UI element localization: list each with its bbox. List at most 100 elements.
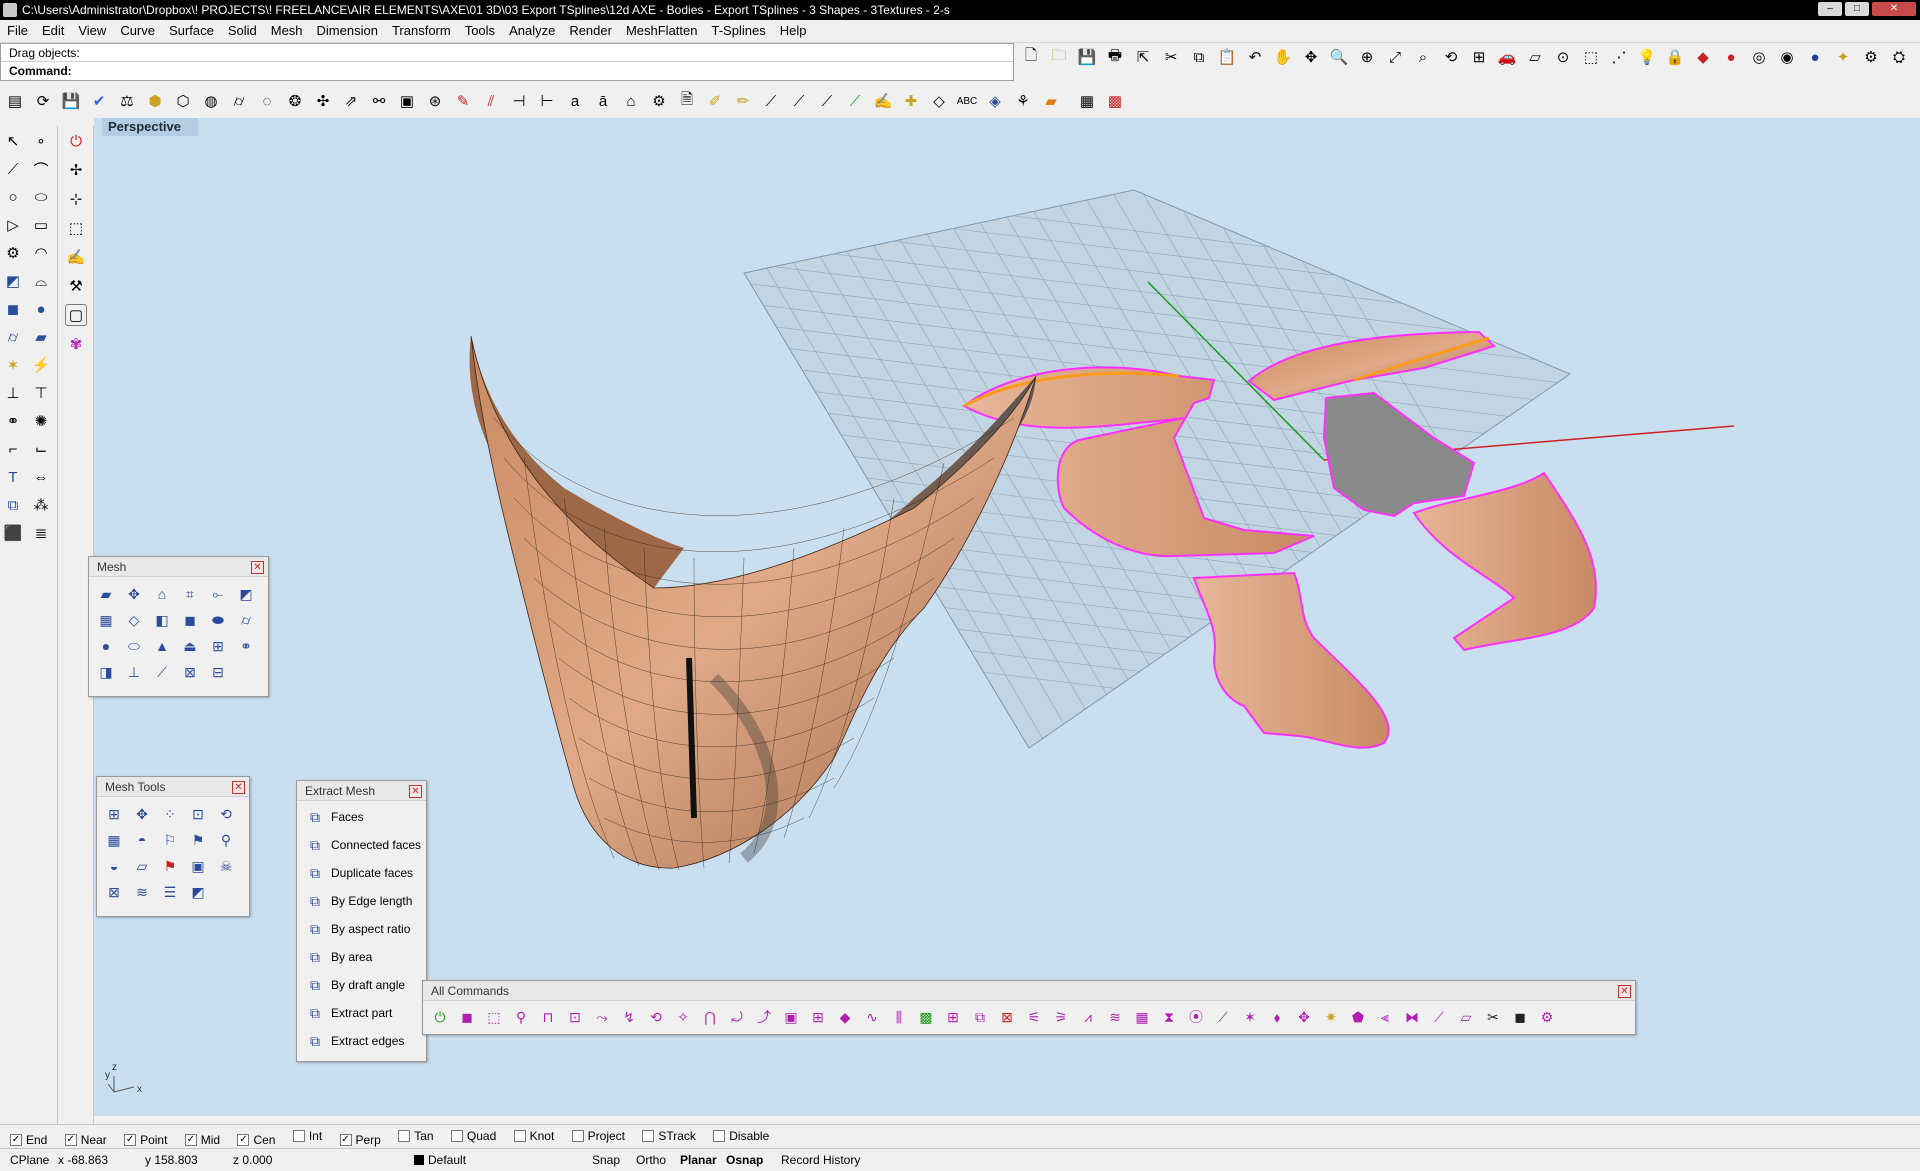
tspline-manip-icon[interactable]: ✥	[1293, 1006, 1315, 1028]
menu-view[interactable]: View	[71, 20, 113, 42]
rendered-sphere-icon[interactable]: ●	[1804, 46, 1826, 68]
layer-icon[interactable]: ◆	[1692, 46, 1714, 68]
select-filter-icon[interactable]: ⬚	[1580, 46, 1602, 68]
osnap-tan-checkbox[interactable]	[398, 1130, 411, 1142]
settings-icon[interactable]: ⛭	[1888, 46, 1910, 68]
arc-icon[interactable]: ◠	[30, 242, 52, 264]
diamond-icon[interactable]: ◇	[928, 90, 950, 112]
tspline-box-cmd-icon[interactable]: ◼	[456, 1006, 478, 1028]
osnap-int[interactable]: Int	[292, 1125, 322, 1147]
fillet-icon[interactable]: ⌐	[2, 438, 24, 460]
current-layer[interactable]: Default	[428, 1149, 466, 1171]
tspline-wave-icon[interactable]: ∿	[861, 1006, 883, 1028]
mesh-face-icon[interactable]: ◧	[151, 609, 173, 631]
osnap-knot[interactable]: Knot	[513, 1125, 554, 1147]
curve-icon[interactable]: ⌒	[30, 158, 52, 180]
insert-edge-icon[interactable]: ⊣	[508, 90, 530, 112]
menu-solid[interactable]: Solid	[221, 20, 264, 42]
minimize-button[interactable]: –	[1818, 2, 1842, 16]
mesh-tool-figure1-icon[interactable]: ⚐	[159, 829, 181, 851]
mesh-tool-reduce-icon[interactable]: ⊞	[103, 803, 125, 825]
mesh-boolean-icon[interactable]: ⚭	[235, 635, 257, 657]
edge-icon-2[interactable]: ⟋	[788, 90, 810, 112]
array-icon[interactable]: ⁂	[30, 494, 52, 516]
tspline-toggle-icon[interactable]: ⏻	[65, 130, 87, 152]
osnap-perp-checkbox[interactable]: ✓	[339, 1134, 352, 1146]
print-icon[interactable]: 🖶	[1104, 46, 1126, 68]
analyze-icon[interactable]: ⚖	[116, 90, 138, 112]
mesh-split-icon[interactable]: ⟋	[151, 661, 173, 683]
mesh-tool-surface-icon[interactable]: ◩	[187, 881, 209, 903]
mesh-offset-icon[interactable]: ⊥	[123, 661, 145, 683]
mesh-tool-figure3-icon[interactable]: ⚲	[215, 829, 237, 851]
command-prompt[interactable]: Command:	[9, 64, 72, 78]
mesh-cone-icon[interactable]: ▲	[151, 635, 173, 657]
osnap-knot-checkbox[interactable]	[513, 1130, 526, 1142]
tspline-diamond-icon[interactable]: ◆	[834, 1006, 856, 1028]
tspline-brush-icon[interactable]: ✍	[65, 246, 87, 268]
rainbow-icon[interactable]: ▰	[1040, 90, 1062, 112]
osnap-project[interactable]: Project	[571, 1125, 625, 1147]
pan-hand-icon[interactable]: ✋	[1272, 46, 1294, 68]
paste-icon[interactable]: 📋	[1216, 46, 1238, 68]
tspline-ribbon-icon[interactable]: ≋	[1104, 1006, 1126, 1028]
menu-tools[interactable]: Tools	[458, 20, 502, 42]
tspline-delete-icon[interactable]: ⊠	[996, 1006, 1018, 1028]
mesh-extrude-icon[interactable]: ◨	[95, 661, 117, 683]
smooth-toggle-icon[interactable]: ⊛	[424, 90, 446, 112]
mesh-tool-flag-icon[interactable]: ⚑	[159, 855, 181, 877]
text-a-icon[interactable]: a	[564, 90, 586, 112]
split-icon[interactable]: ⊥	[2, 382, 24, 404]
help-icon[interactable]: ?	[1916, 46, 1920, 68]
export-icon[interactable]: ⇱	[1132, 46, 1154, 68]
tspline-arch-icon[interactable]: ⋂	[699, 1006, 721, 1028]
edge-icon-1[interactable]: ⟋	[760, 90, 782, 112]
rotate-view-icon[interactable]: ⟲	[1440, 46, 1462, 68]
new-file-icon[interactable]: 🗋	[1020, 46, 1042, 68]
tspline-pipe-icon[interactable]: ⫼	[888, 1006, 910, 1028]
tspline-rebuild-icon[interactable]: ✷	[1320, 1006, 1342, 1028]
mesh-plane-tool-icon[interactable]: ▰	[95, 583, 117, 605]
menu-edit[interactable]: Edit	[35, 20, 71, 42]
tspline-extrude-icon[interactable]: ⤴	[753, 1006, 775, 1028]
surface-icon[interactable]: ◩	[2, 270, 24, 292]
mesh-tool-wave-icon[interactable]: ≋	[131, 881, 153, 903]
mesh-tool-unify-icon[interactable]: ⟲	[215, 803, 237, 825]
ellipse-icon[interactable]: ⬭	[30, 186, 52, 208]
tspline-weld-icon[interactable]: ⚟	[1023, 1006, 1045, 1028]
lock-icon[interactable]: 🔒	[1664, 46, 1686, 68]
tspline-grow-icon[interactable]: ✧	[672, 1006, 694, 1028]
menu-mesh[interactable]: Mesh	[264, 20, 310, 42]
osnap-tan[interactable]: Tan	[398, 1125, 434, 1147]
tspline-quadball-icon[interactable]: ❂	[284, 90, 306, 112]
mesh-outline-icon[interactable]: ⌂	[151, 583, 173, 605]
mesh-tool-flatten-icon[interactable]: ▱	[131, 855, 153, 877]
wireframe-sphere-icon[interactable]: ◎	[1748, 46, 1770, 68]
insert-point-icon[interactable]: ⊢	[536, 90, 558, 112]
mesh-torus-icon[interactable]: ⬭	[123, 635, 145, 657]
undo-icon[interactable]: ↶	[1244, 46, 1266, 68]
extract-faces-item[interactable]: ⧉ Faces	[297, 803, 426, 831]
osnap-near-checkbox[interactable]: ✓	[64, 1134, 77, 1146]
mesh-tool-frame-icon[interactable]: ▣	[187, 855, 209, 877]
tspline-select-icon[interactable]: ▩	[915, 1006, 937, 1028]
extract-by-aspect-ratio-item[interactable]: ⧉ By aspect ratio	[297, 915, 426, 943]
mesh-vertex-icon[interactable]: ⟜	[207, 583, 229, 605]
chamfer-icon[interactable]: ⌙	[30, 438, 52, 460]
tspline-display-icon[interactable]: ▢	[65, 304, 87, 326]
mesh-tool-skull-icon[interactable]: ☠	[215, 855, 237, 877]
save-icon[interactable]: 💾	[1076, 46, 1098, 68]
tspline-settings-icon[interactable]: ✾	[65, 333, 87, 355]
tspline-cylinder-icon[interactable]: ⌭	[228, 90, 250, 112]
tspline-box-icon[interactable]: ⬢	[144, 90, 166, 112]
tspline-pull-icon[interactable]: ⬧	[1266, 1006, 1288, 1028]
mesh-patch-icon[interactable]: ⌗	[179, 583, 201, 605]
mesh-weld-icon[interactable]: ⊟	[207, 661, 229, 683]
mesh-sphere-icon[interactable]: ●	[95, 635, 117, 657]
weld-icon[interactable]: ⚙	[648, 90, 670, 112]
cut-icon[interactable]: ✂	[1160, 46, 1182, 68]
extract-by-area-item[interactable]: ⧉ By area	[297, 943, 426, 971]
edge-icon-4[interactable]: ⟋	[844, 90, 866, 112]
tspline-append-icon[interactable]: ⚲	[510, 1006, 532, 1028]
mesh-join-icon[interactable]: ⊠	[179, 661, 201, 683]
